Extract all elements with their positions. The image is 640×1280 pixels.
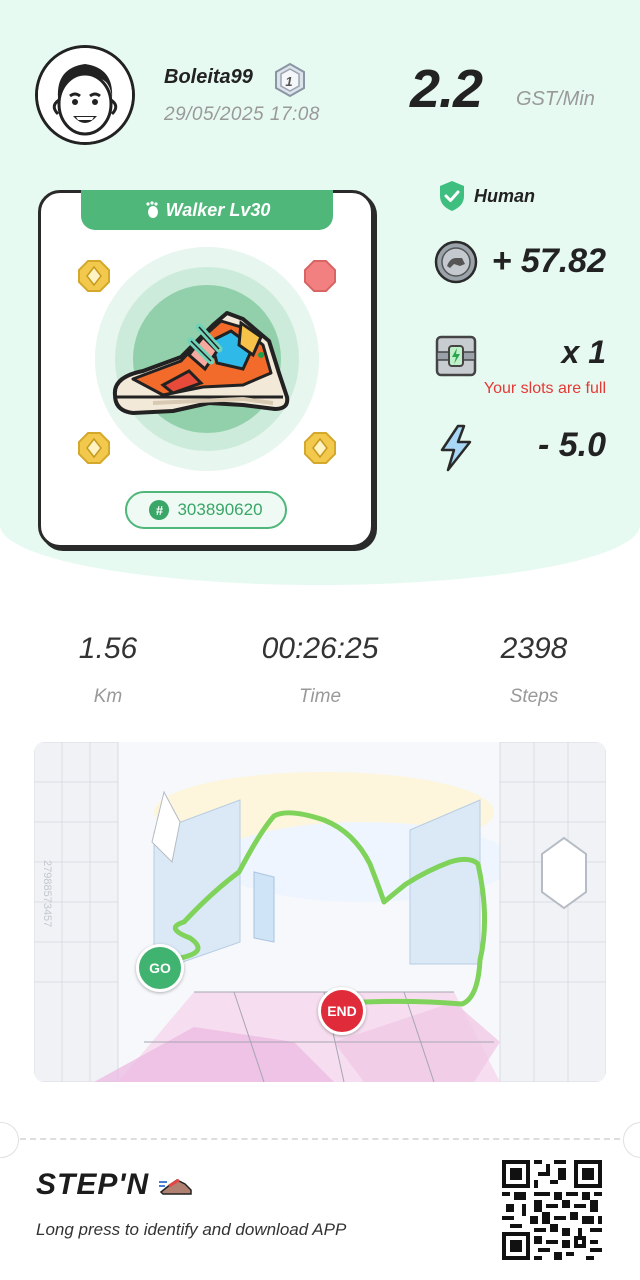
footprint-icon (146, 201, 158, 218)
mystery-box-row: x 1 Your slots are full (434, 334, 606, 404)
route-map[interactable]: 2798857345​7 GO END (34, 742, 606, 1082)
energy-row: - 5.0 (438, 424, 606, 474)
lightning-icon (440, 424, 472, 472)
logo-shoe-icon (158, 1178, 192, 1195)
run-datetime: 29/05/2025 17:08 (164, 104, 320, 125)
svg-text:1: 1 (285, 74, 292, 89)
shield-check-icon (440, 181, 464, 211)
gst-token-icon (434, 240, 478, 284)
time-value: 00:26:25 (261, 632, 379, 665)
sneaker-image (95, 247, 319, 471)
steps-label: Steps (509, 686, 559, 707)
map-illustration: 2798857345​7 (34, 742, 606, 1082)
gst-earned-value: + 57.82 (491, 242, 606, 280)
stepn-logo: STEP'N (36, 1168, 193, 1202)
verification-label: Human (474, 185, 536, 206)
sneaker-id-pill[interactable]: # 303890620 (125, 491, 287, 529)
earning-rate-unit: GST/Min (516, 88, 595, 110)
slots-full-warning: Your slots are full (483, 380, 606, 397)
brand-name: STEP'N (36, 1168, 150, 1201)
level-badge-icon: 1 (275, 62, 305, 98)
ticket-notch-left (0, 1122, 19, 1158)
distance-value: 1.56 (78, 632, 138, 665)
time-label: Time (298, 686, 342, 707)
sneaker-card[interactable]: Walker Lv30 # 303890620 (38, 190, 374, 548)
end-label: END (327, 1003, 357, 1019)
dashed-divider (20, 1138, 620, 1140)
start-label: GO (149, 960, 171, 976)
mystery-box-icon (435, 335, 477, 377)
start-pin: GO (136, 944, 184, 992)
sneaker-id: 303890620 (177, 500, 263, 519)
distance-label: Km (93, 686, 123, 707)
download-instruction: Long press to identify and download APP (36, 1220, 347, 1239)
ticket-notch-right (623, 1122, 640, 1158)
username: Boleita99 (164, 66, 253, 88)
energy-spent-value: - 5.0 (537, 426, 606, 464)
stat-distance: 1.56 Km (8, 632, 208, 708)
verification-status: Human (438, 180, 535, 212)
earning-rate-value: 2.2 (410, 59, 483, 119)
end-pin: END (318, 987, 366, 1035)
stat-time: 00:26:25 Time (220, 632, 420, 708)
avatar-face-icon (38, 48, 132, 142)
avatar[interactable] (35, 45, 135, 145)
mystery-box-count: x 1 (561, 334, 606, 370)
hash-icon: # (149, 500, 170, 520)
steps-value: 2398 (500, 632, 568, 665)
sneaker-type-header: Walker Lv30 (81, 190, 333, 230)
stat-steps: 2398 Steps (434, 632, 634, 708)
gst-reward-row: + 57.82 (434, 240, 606, 286)
map-side-text: 2798857345​7 (41, 860, 53, 927)
sneaker-type-label: Walker Lv30 (165, 199, 271, 220)
qr-code[interactable] (502, 1160, 602, 1260)
